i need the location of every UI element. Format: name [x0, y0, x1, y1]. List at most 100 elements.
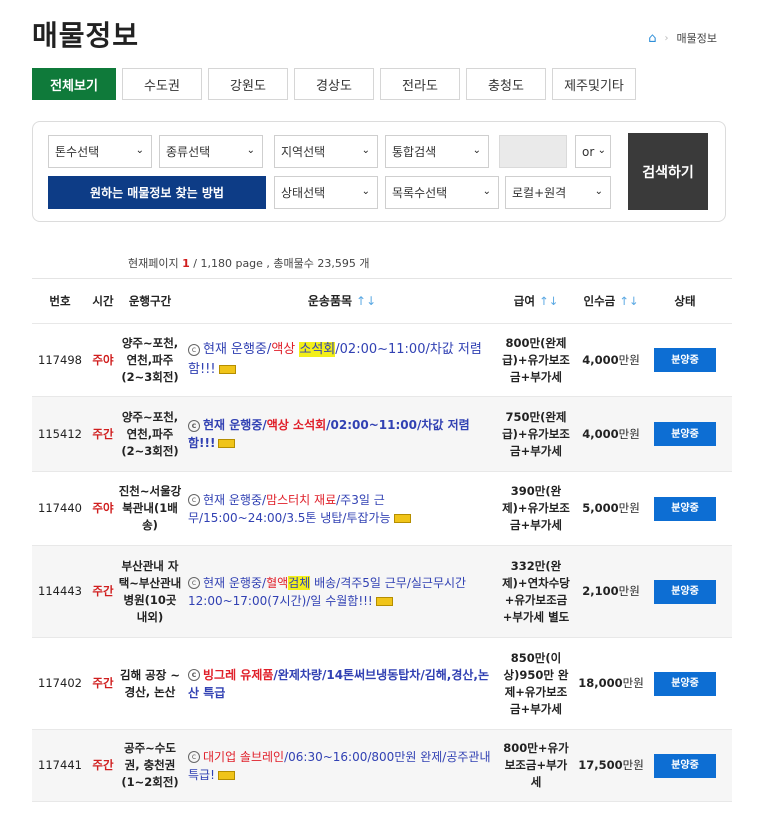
- region-tabs: 전체보기 수도권 강원도 경상도 전라도 충청도 제주및기타: [32, 68, 636, 100]
- status-select-value: 상태선택: [281, 186, 326, 200]
- tab-jeolla[interactable]: 전라도: [380, 68, 460, 100]
- row-pay: 750만(완제급)+유가보조금+부가세: [502, 409, 570, 458]
- row-route: 부산관내 자택~부산관내 병원(10곳 내외): [118, 558, 182, 624]
- row-number: 117402: [38, 676, 82, 690]
- status-button[interactable]: 분양중: [654, 671, 716, 696]
- sort-arrows-icon[interactable]: ↑↓: [619, 294, 638, 308]
- row-status: 분양중: [650, 579, 720, 604]
- row-number: 117498: [38, 352, 82, 367]
- item-text: 현재 운행중/: [203, 575, 267, 590]
- search-button[interactable]: 검색하기: [628, 133, 708, 210]
- row-item-link[interactable]: c 현재 운행중/액상 소석회/02:00~11:00/차값 저렴함!!!: [182, 340, 500, 380]
- status-button[interactable]: 분양중: [654, 753, 716, 778]
- chevron-down-icon: ⌄: [246, 145, 255, 156]
- breadcrumb-current: 매물정보: [676, 32, 717, 45]
- row-time: 주야: [92, 352, 114, 367]
- row-deposit: 2,100만원: [572, 583, 650, 600]
- table-row[interactable]: 117440 주야 진천~서울강북관내(1배송) c 현재 운행중/맘스터치 재료…: [32, 472, 732, 546]
- row-item-link[interactable]: c 현재 운행중/액상 소석회/02:00~11:00/차값 저렴함!!!: [182, 416, 500, 452]
- row-number: 115412: [38, 426, 82, 441]
- tab-chungcheong[interactable]: 충청도: [466, 68, 546, 100]
- row-pay: 390만(완제)+유가보조금+부가세: [502, 484, 570, 532]
- header-item-label: 운송품목: [307, 294, 353, 308]
- status-button[interactable]: 분양중: [654, 496, 716, 521]
- tonnage-select[interactable]: 톤수선택 ⌄: [48, 135, 152, 168]
- item-text: 현재 운행중/: [203, 342, 272, 357]
- item-highlight-yellow: 소석회: [299, 342, 336, 357]
- deposit-unit: 만원: [618, 501, 640, 515]
- how-to-find-button[interactable]: 원하는 매물정보 찾는 방법: [48, 176, 266, 209]
- status-button[interactable]: 분양중: [654, 348, 716, 372]
- listing-table: 번호 시간 운행구간 운송품목 ↑↓ 급여 ↑↓ 인수금 ↑↓ 상태 117498 주…: [32, 278, 732, 802]
- row-route: 진천~서울강북관내(1배송): [118, 484, 182, 532]
- home-icon[interactable]: ⌂: [648, 31, 656, 46]
- row-item-link[interactable]: c 현재 운행중/혈액검체 배송/격주5일 근무/실근무시간 12:00~17:0…: [182, 574, 500, 610]
- deposit-unit: 만원: [622, 676, 644, 690]
- header-pay-label: 급여: [513, 293, 535, 308]
- row-time: 주간: [92, 426, 114, 441]
- type-select[interactable]: 종류선택 ⌄: [159, 135, 263, 168]
- region-select-value: 지역선택: [281, 145, 326, 159]
- item-highlight-yellow: 검체: [288, 575, 311, 590]
- deposit-value: 4,000: [582, 352, 619, 367]
- sort-arrows-icon[interactable]: ↑↓: [539, 294, 558, 308]
- type-select-value: 종류선택: [166, 145, 211, 159]
- chevron-down-icon: ⌄: [135, 145, 144, 156]
- row-route: 양주~포천,연천,파주(2~3회전): [121, 409, 179, 458]
- operator-value: or: [582, 144, 595, 159]
- status-button[interactable]: 분양중: [654, 422, 716, 446]
- operator-select[interactable]: or ⌄: [575, 135, 611, 168]
- header-time: 시간: [92, 293, 114, 308]
- deposit-value: 5,000: [582, 501, 619, 515]
- chevron-down-icon: ⌄: [482, 186, 491, 197]
- row-deposit: 17,500만원: [572, 757, 650, 774]
- tab-capital[interactable]: 수도권: [122, 68, 202, 100]
- search-scope-select[interactable]: 통합검색 ⌄: [385, 135, 489, 168]
- table-row[interactable]: 117498 주야 양주~포천,연천,파주(2~3회전) c 현재 운행중/액상 …: [32, 324, 732, 397]
- status-select[interactable]: 상태선택 ⌄: [274, 176, 378, 209]
- row-item-link[interactable]: c 현재 운행중/맘스터치 재료/주3일 근무/15:00~24:00/3.5톤 …: [182, 491, 500, 527]
- chevron-down-icon: ⌄: [472, 145, 481, 156]
- route-kind-select[interactable]: 로컬+원격 ⌄: [505, 176, 611, 209]
- header-item: 운송품목 ↑↓: [182, 292, 500, 310]
- row-deposit: 18,000만원: [572, 675, 650, 692]
- item-highlight-red: 혈액: [266, 575, 289, 590]
- row-pay: 800만+유가보조금+부가세: [503, 741, 569, 789]
- row-item-link[interactable]: c 빙그레 유제품/완제차량/14톤써브냉동탑차/김해,경산,논산 특급: [182, 666, 500, 702]
- row-deposit: 5,000만원: [572, 500, 650, 517]
- header-status: 상태: [674, 293, 696, 308]
- sort-arrows-icon[interactable]: ↑↓: [356, 294, 376, 308]
- region-select[interactable]: 지역선택 ⌄: [274, 135, 378, 168]
- list-count-select[interactable]: 목록수선택 ⌄: [385, 176, 499, 209]
- row-pay: 332만(완제)+연차수당+유가보조금+부가세 별도: [502, 558, 570, 624]
- item-text: 현재 운행중/: [203, 492, 267, 507]
- table-row[interactable]: 115412 주간 양주~포천,연천,파주(2~3회전) c 현재 운행중/액상 …: [32, 397, 732, 472]
- row-status: 분양중: [650, 422, 720, 446]
- header-deposit: 인수금 ↑↓: [572, 293, 650, 310]
- tab-jeju-etc[interactable]: 제주및기타: [552, 68, 636, 100]
- row-time: 주야: [92, 501, 114, 515]
- table-row[interactable]: 117402 주간 김해 공장 ~ 경산, 논산 c 빙그레 유제품/완제차량/1…: [32, 638, 732, 730]
- tab-gangwon[interactable]: 강원도: [208, 68, 288, 100]
- tab-gyeongsang[interactable]: 경상도: [294, 68, 374, 100]
- item-highlight-red: 대기업 솔브레인: [203, 749, 285, 764]
- copyright-circle-icon: c: [188, 494, 200, 506]
- row-time: 주간: [92, 758, 114, 772]
- copyright-circle-icon: c: [188, 343, 200, 356]
- deposit-value: 18,000: [578, 676, 623, 690]
- deposit-value: 17,500: [578, 758, 623, 772]
- tab-all[interactable]: 전체보기: [32, 68, 116, 100]
- table-row[interactable]: 114443 주간 부산관내 자택~부산관내 병원(10곳 내외) c 현재 운행…: [32, 546, 732, 638]
- chevron-down-icon: ⌄: [597, 145, 606, 156]
- row-route: 김해 공장 ~ 경산, 논산: [120, 667, 180, 699]
- summary-current-page: 1: [182, 257, 190, 270]
- summary-prefix: 현재페이지: [128, 257, 179, 270]
- row-item-link[interactable]: c 대기업 솔브레인/06:30~16:00/800만원 완제/공주관내 특급!: [182, 748, 500, 784]
- item-highlight-red: 빙그레 유제품: [203, 667, 274, 682]
- row-time: 주간: [92, 584, 114, 598]
- table-row[interactable]: 117441 주간 공주~수도권, 충천권(1~2회전) c 대기업 솔브레인/0…: [32, 730, 732, 802]
- row-number: 114443: [38, 584, 82, 598]
- status-button[interactable]: 분양중: [654, 579, 716, 604]
- copyright-circle-icon: c: [188, 669, 200, 681]
- keyword-input[interactable]: [499, 135, 567, 168]
